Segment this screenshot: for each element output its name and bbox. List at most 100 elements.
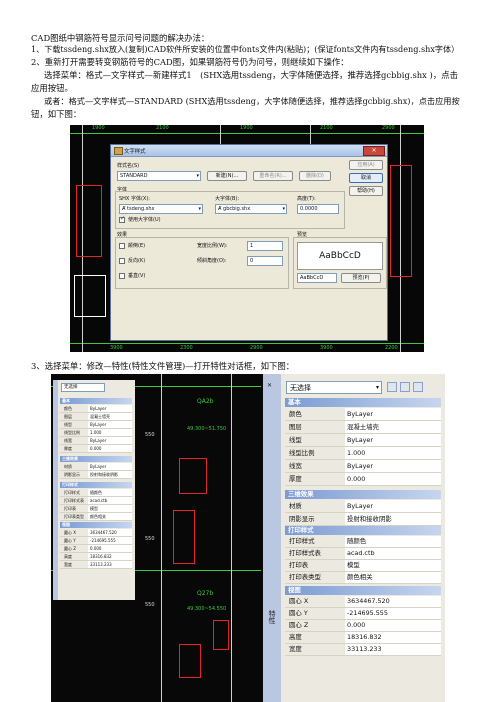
property-value[interactable]: 1.000 xyxy=(345,447,441,459)
property-value[interactable]: acad.ctb xyxy=(345,548,441,559)
property-row[interactable]: 线型比例 1.000 xyxy=(60,429,132,437)
property-value[interactable]: ByLayer xyxy=(345,434,441,446)
quick-select-icon[interactable] xyxy=(413,382,423,392)
property-row[interactable]: 打印表类型 颜色相关 xyxy=(60,513,132,521)
property-row[interactable]: 圆心 X 3634467.520 xyxy=(60,529,132,537)
property-row[interactable]: 圆心 Y -214695.555 xyxy=(285,608,441,620)
property-row[interactable]: 打印样式 随颜色 xyxy=(285,536,441,548)
property-value[interactable]: 混凝土墙壳 xyxy=(345,421,441,433)
property-row[interactable]: 打印表 模型 xyxy=(60,505,132,513)
section-print[interactable]: 打印样式 xyxy=(285,526,441,535)
property-row[interactable]: 颜色 ByLayer xyxy=(60,405,132,413)
property-value[interactable]: 颜色相关 xyxy=(88,513,132,520)
property-value[interactable]: 0.000 xyxy=(345,620,441,631)
property-row[interactable]: 厚度 0.000 xyxy=(60,445,132,453)
property-value[interactable]: 颜色相关 xyxy=(345,572,441,583)
width-factor-input[interactable]: 1 xyxy=(247,241,283,251)
property-row[interactable]: 线宽 ByLayer xyxy=(285,460,441,473)
apply-button[interactable]: 应用(A) xyxy=(349,160,383,170)
property-value[interactable]: 随颜色 xyxy=(345,536,441,547)
height-input[interactable]: 0.0000 xyxy=(297,204,339,214)
section-basic[interactable]: 基本 xyxy=(60,398,132,404)
property-row[interactable]: 打印样式 随颜色 xyxy=(60,489,132,497)
property-row[interactable]: 颜色 ByLayer xyxy=(285,408,441,421)
property-value[interactable]: 0.000 xyxy=(345,473,441,485)
property-row[interactable]: 圆心 Z 0.000 xyxy=(60,545,132,553)
new-style-button[interactable]: 新建(N)... xyxy=(207,171,247,181)
property-value[interactable]: 投射和接收阴影 xyxy=(88,471,132,478)
preview-button[interactable]: 预览(P) xyxy=(341,273,381,283)
property-row[interactable]: 阴影显示 投射和接收阴影 xyxy=(60,471,132,479)
select-objects-icon[interactable] xyxy=(400,382,410,392)
section-view[interactable]: 视图 xyxy=(60,522,132,528)
property-row[interactable]: 线型 ByLayer xyxy=(285,434,441,447)
selection-select[interactable]: 无选择 xyxy=(61,383,105,392)
property-row[interactable]: 材质 ByLayer xyxy=(60,463,132,471)
property-value[interactable]: 3634467.520 xyxy=(88,529,132,536)
property-value[interactable]: 33113.233 xyxy=(88,561,132,568)
dialog-titlebar[interactable]: 文字样式 ✕ xyxy=(111,145,387,157)
property-row[interactable]: 线宽 ByLayer xyxy=(60,437,132,445)
property-value[interactable]: ByLayer xyxy=(88,405,132,412)
property-value[interactable]: ByLayer xyxy=(88,463,132,470)
property-row[interactable]: 打印样式表 acad.ctb xyxy=(285,548,441,560)
property-value[interactable]: ByLayer xyxy=(345,460,441,472)
upside-down-checkbox[interactable] xyxy=(119,243,125,249)
property-value[interactable]: 投射和接收阴影 xyxy=(345,513,441,525)
property-value[interactable]: acad.ctb xyxy=(88,497,132,504)
help-button[interactable]: 帮助(H) xyxy=(349,186,383,196)
backwards-checkbox[interactable] xyxy=(119,258,125,264)
shx-font-select[interactable]: Ⱥ tsdeng.shx ▾ xyxy=(119,204,203,214)
delete-button[interactable]: 删除(D) xyxy=(299,171,331,181)
property-value[interactable]: 1.000 xyxy=(88,429,132,436)
property-row[interactable]: 打印表 模型 xyxy=(285,560,441,572)
property-value[interactable]: ByLayer xyxy=(345,408,441,420)
bigfont-select[interactable]: Ⱥ gbcbig.shx ▾ xyxy=(215,204,287,214)
property-value[interactable]: 0.000 xyxy=(88,445,132,452)
property-row[interactable]: 线型比例 1.000 xyxy=(285,447,441,460)
property-row[interactable]: 图层 混凝土墙壳 xyxy=(60,413,132,421)
property-row[interactable]: 高度 18316.832 xyxy=(285,632,441,644)
use-bigfont-checkbox[interactable] xyxy=(119,215,125,223)
property-value[interactable]: 18316.832 xyxy=(345,632,441,643)
property-row[interactable]: 宽度 33113.233 xyxy=(60,561,132,569)
property-row[interactable]: 圆心 X 3634467.520 xyxy=(285,596,441,608)
section-basic[interactable]: 基本 xyxy=(285,398,441,407)
property-row[interactable]: 打印表类型 颜色相关 xyxy=(285,572,441,584)
oblique-input[interactable]: 0 xyxy=(247,256,283,266)
section-print[interactable]: 打印样式 xyxy=(60,482,132,488)
cancel-button[interactable]: 取消 xyxy=(349,173,383,183)
section-3d[interactable]: 三维效果 xyxy=(285,490,441,499)
preview-text-input[interactable]: AaBbCcD xyxy=(297,273,337,283)
style-name-select[interactable]: STANDARD ▾ xyxy=(117,171,201,181)
selection-select[interactable]: 无选择 ▾ xyxy=(286,381,382,394)
property-value[interactable]: 0.000 xyxy=(88,545,132,552)
property-row[interactable]: 圆心 Z 0.000 xyxy=(285,620,441,632)
rename-button[interactable]: 重命名(R)... xyxy=(253,171,293,181)
property-row[interactable]: 线型 ByLayer xyxy=(60,421,132,429)
property-row[interactable]: 圆心 Y -214695.555 xyxy=(60,537,132,545)
close-icon[interactable]: ✕ xyxy=(363,146,385,156)
property-value[interactable]: -214695.555 xyxy=(88,537,132,544)
property-value[interactable]: 模型 xyxy=(345,560,441,571)
property-row[interactable]: 材质 ByLayer xyxy=(285,500,441,513)
property-value[interactable]: ByLayer xyxy=(345,500,441,512)
section-view[interactable]: 视图 xyxy=(285,586,441,595)
property-value[interactable]: 混凝土墙壳 xyxy=(88,413,132,420)
vertical-checkbox[interactable] xyxy=(119,273,125,279)
property-value[interactable]: ByLayer xyxy=(88,437,132,444)
property-row[interactable]: 宽度 33113.233 xyxy=(285,644,441,656)
property-row[interactable]: 高度 18316.832 xyxy=(60,553,132,561)
property-row[interactable]: 厚度 0.000 xyxy=(285,473,441,486)
property-value[interactable]: ByLayer xyxy=(88,421,132,428)
property-value[interactable]: 模型 xyxy=(88,505,132,512)
property-value[interactable]: -214695.555 xyxy=(345,608,441,619)
property-row[interactable]: 图层 混凝土墙壳 xyxy=(285,421,441,434)
property-value[interactable]: 33113.233 xyxy=(345,644,441,655)
section-3d[interactable]: 三维效果 xyxy=(60,456,132,462)
toggle-pickadd-icon[interactable] xyxy=(387,382,397,392)
property-row[interactable]: 打印样式表 acad.ctb xyxy=(60,497,132,505)
close-icon[interactable]: ✕ xyxy=(267,382,272,389)
property-row[interactable]: 阴影显示 投射和接收阴影 xyxy=(285,513,441,526)
property-value[interactable]: 随颜色 xyxy=(88,489,132,496)
